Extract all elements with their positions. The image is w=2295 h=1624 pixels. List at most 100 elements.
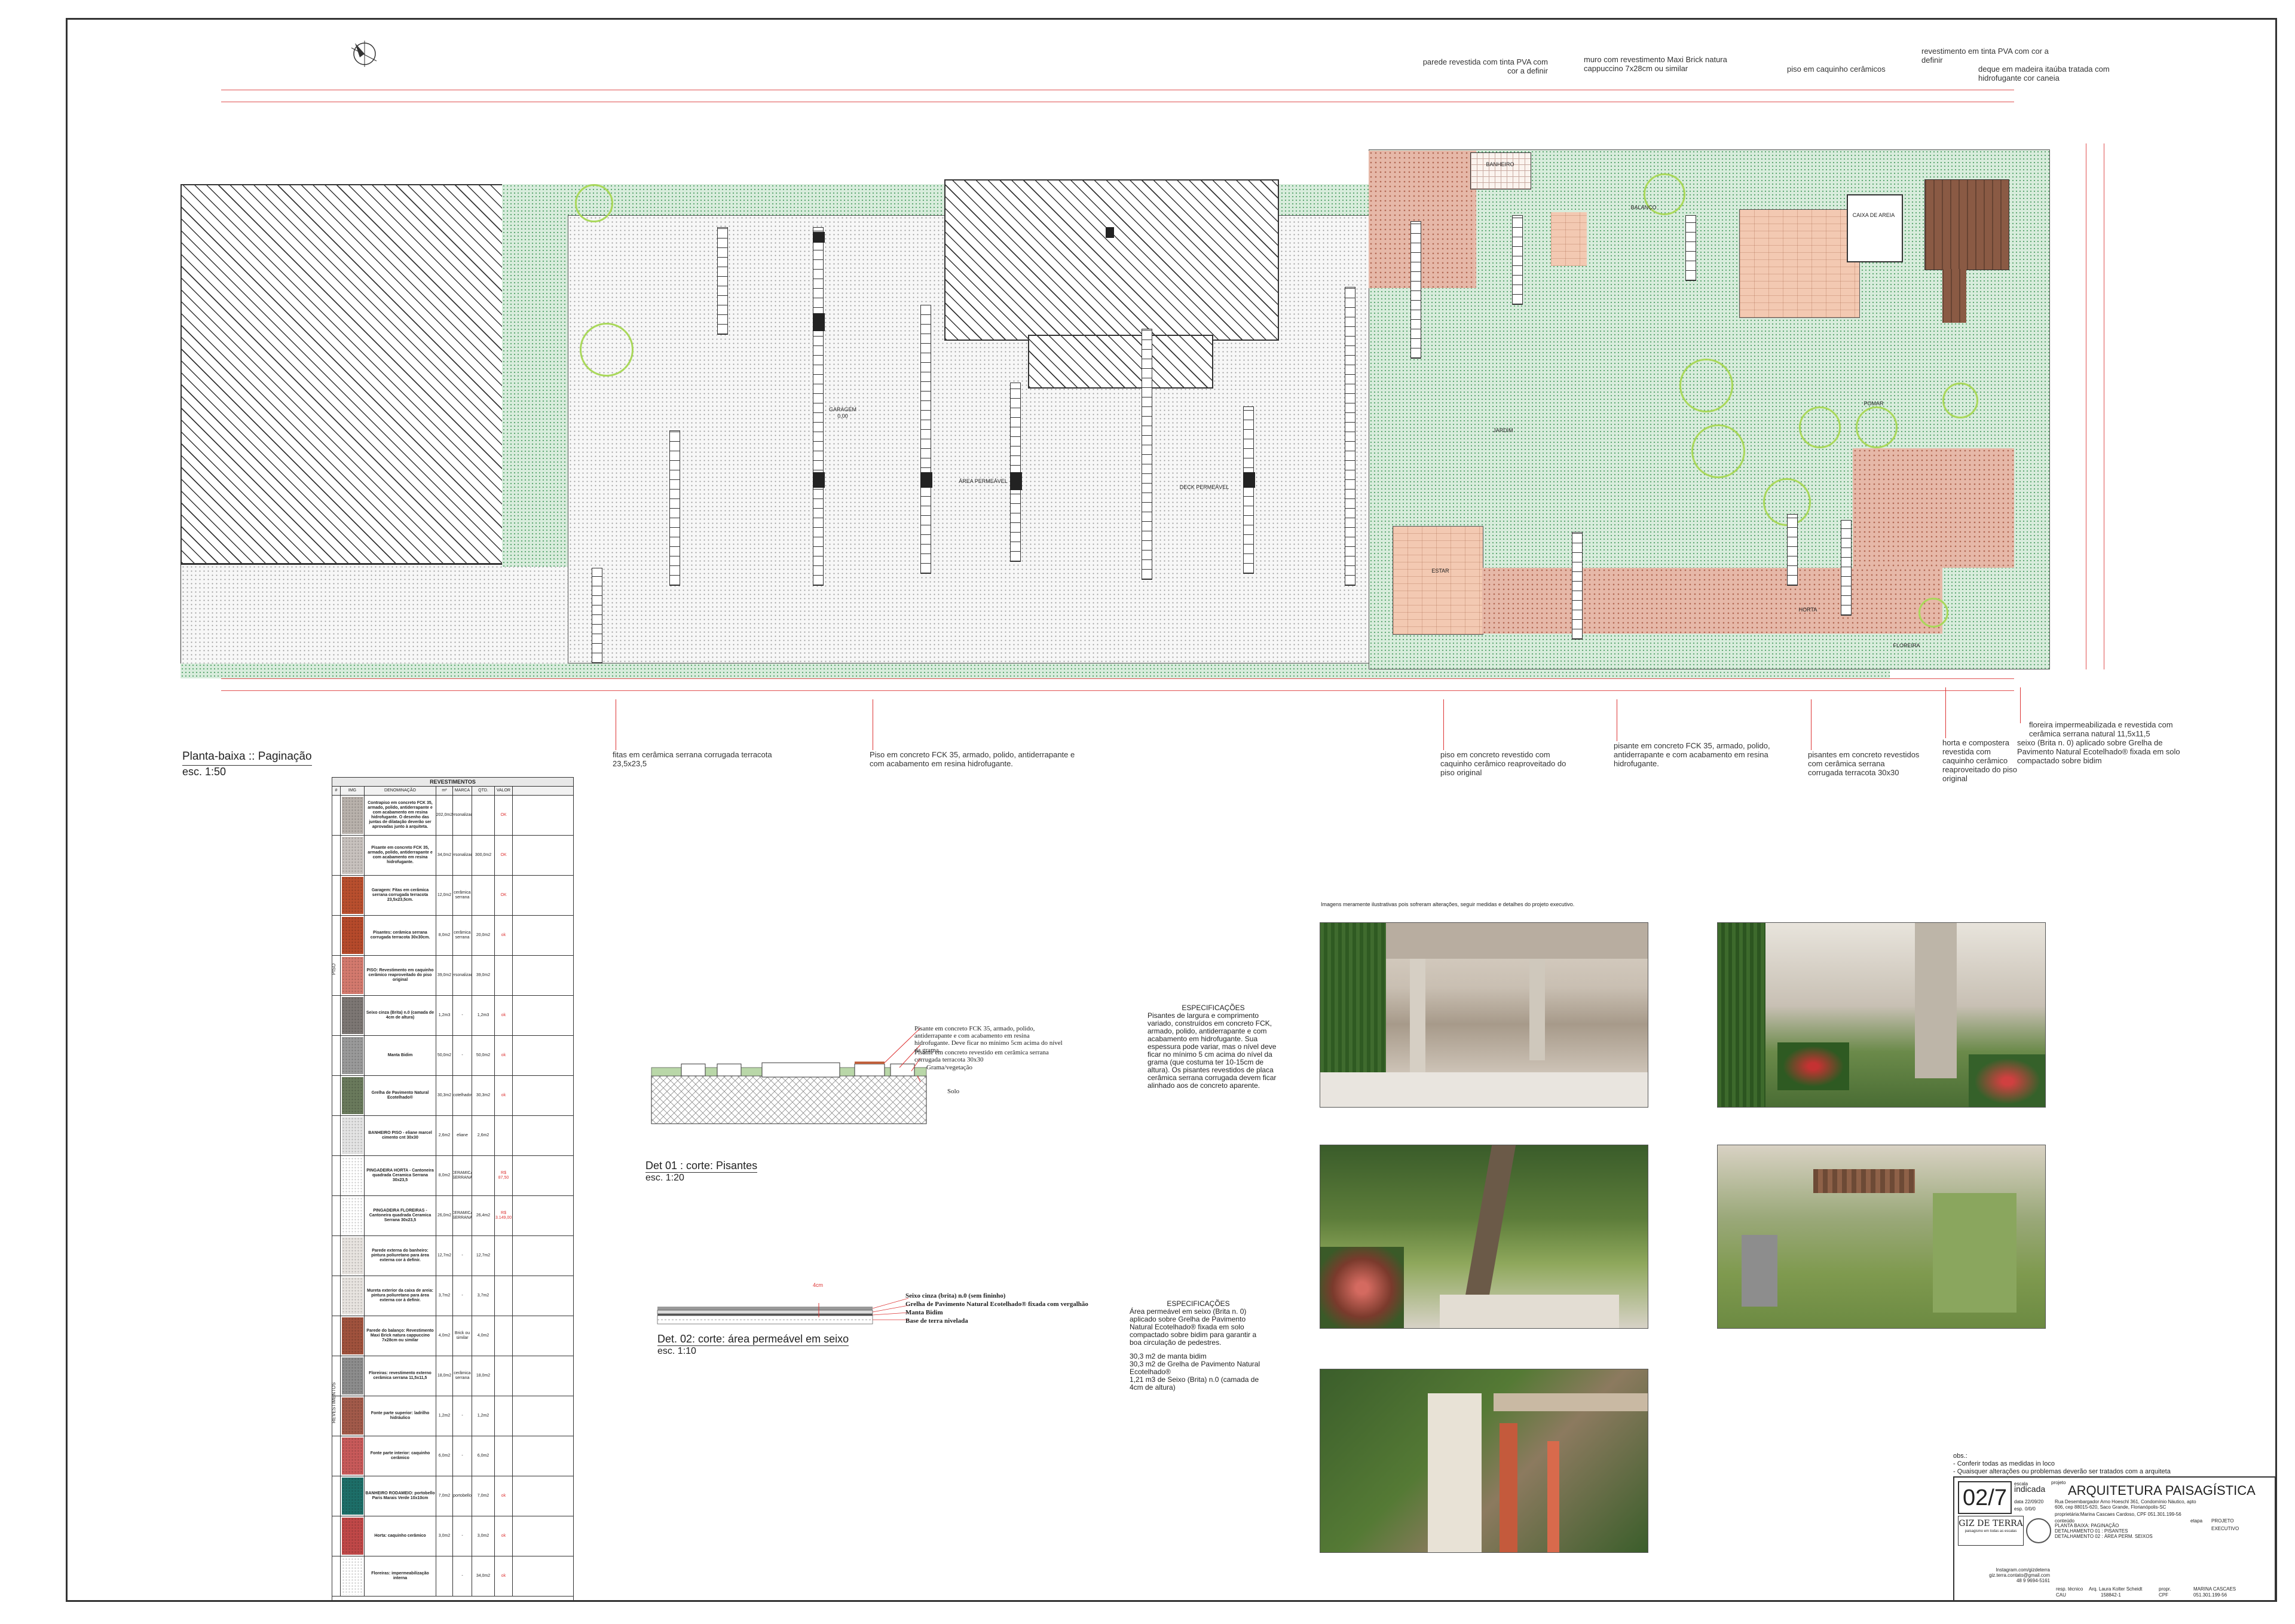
deck-wood-post	[1942, 269, 1966, 323]
material-name: Horta: caquinho cerâmico	[365, 1516, 436, 1556]
label-jardim: JARDIM	[1493, 427, 1513, 433]
paver-strip	[920, 305, 931, 574]
material-total: 1,2m2	[472, 1396, 495, 1436]
detail-01-section	[651, 1027, 927, 1124]
table-row: Pisante em concreto FCK 35, armado, poli…	[332, 836, 573, 876]
material-name: Floreiras: impermeabilização interna	[365, 1556, 436, 1596]
row-group-cell	[332, 1436, 341, 1476]
material-total: 6,0m2	[472, 1436, 495, 1476]
material-area: 1,2m3	[436, 996, 453, 1035]
det01-label-grama: Grama/vegetação	[926, 1064, 972, 1071]
material-area: 2,6m2	[436, 1116, 453, 1155]
paver-strip	[1841, 520, 1852, 616]
row-group-cell	[332, 996, 341, 1035]
material-area: 202,0m2	[436, 796, 453, 835]
material-value	[495, 1236, 513, 1276]
material-area: 3,7m2	[436, 1276, 453, 1316]
material-brand: -	[453, 996, 472, 1035]
callout-piso-caquinho: piso em caquinho cerâmicos	[1787, 65, 1886, 74]
material-total: 18,0m2	[472, 1356, 495, 1396]
material-brand: CERAMICA SERRANA	[453, 1196, 472, 1235]
bathroom-room	[1470, 152, 1531, 189]
material-brand: -	[453, 1556, 472, 1596]
material-swatch	[341, 1116, 365, 1155]
row-group-cell	[332, 876, 341, 915]
det01-title: Det 01 : corte: Pisantes esc. 1:20	[645, 1160, 758, 1183]
material-swatch-image	[341, 1438, 363, 1475]
paver-strip	[1243, 406, 1254, 574]
material-swatch-image	[341, 797, 363, 834]
material-brand: CERAMICA SERRANA	[453, 1156, 472, 1195]
projeto-label: projeto	[2051, 1480, 2066, 1485]
material-total: 300,0m2	[472, 836, 495, 875]
material-swatch-image	[341, 877, 363, 914]
material-name: Pisantes: cerâmica serrana corrugada ter…	[365, 916, 436, 955]
material-area: 26,0m2	[436, 1196, 453, 1235]
estar-area	[1393, 526, 1483, 635]
row-group-cell	[332, 1316, 341, 1356]
material-swatch	[341, 1476, 365, 1516]
material-swatch	[341, 916, 365, 955]
material-brand: -	[453, 1276, 472, 1316]
material-swatch	[341, 996, 365, 1035]
tree-symbol	[1942, 383, 1978, 418]
material-total	[472, 876, 495, 915]
project-address: Rua Desembargador Arno Hoeschl 361, Cond…	[2055, 1499, 2196, 1510]
material-value: ok	[495, 1476, 513, 1516]
row-group-cell	[332, 916, 341, 955]
material-area: 18,0m2	[436, 1356, 453, 1396]
row-group-cell	[332, 1556, 341, 1596]
material-brand: cerâmica serrana	[453, 916, 472, 955]
material-swatch-image	[341, 1317, 363, 1354]
label-deck-permeavel: DECK PERMEÁVEL	[1179, 484, 1229, 490]
row-group-cell	[332, 1156, 341, 1195]
row-group-cell	[332, 1036, 341, 1075]
material-value: R$ 87,50	[495, 1156, 513, 1195]
schedule-group-wall: REVESTIMENTOS	[331, 1382, 336, 1423]
label-horta: HORTA	[1798, 607, 1817, 613]
material-name: Fonte parte interior: caquinho cerâmico	[365, 1436, 436, 1476]
det02-title: Det. 02: corte: área permeável em seixo …	[657, 1333, 849, 1356]
table-row: Parede externa do banheiro: pintura poli…	[332, 1236, 573, 1276]
material-swatch	[341, 1396, 365, 1436]
callout-floreira: floreira impermeabilizada e revestida co…	[2029, 720, 2173, 738]
renders-note: Imagens meramente ilustrativas pois sofr…	[1321, 901, 1575, 907]
material-brand: -	[453, 1516, 472, 1556]
material-brand: personalizado	[453, 956, 472, 995]
paver-strip	[1410, 221, 1421, 359]
material-name: Parede externa do banheiro: pintura poli…	[365, 1236, 436, 1276]
det01-label-revestido: Pisante em concreto revestido em cerâmic…	[914, 1049, 1049, 1063]
callout-piso-caquinho-reaproveitado: piso em concreto revestido com caquinho …	[1440, 750, 1566, 777]
material-swatch-image	[341, 1117, 363, 1154]
material-name: Manta Bidim	[365, 1036, 436, 1075]
material-total: 1,2m3	[472, 996, 495, 1035]
material-brand: eliane	[453, 1116, 472, 1155]
material-area	[436, 1556, 453, 1596]
material-value: OK	[495, 796, 513, 835]
escala-value: indicada	[2014, 1484, 2046, 1494]
det02-label-grelha: Grelha de Pavimento Natural Ecotelhado® …	[905, 1301, 1088, 1308]
material-value: ok	[495, 916, 513, 955]
material-value: ok	[495, 1516, 513, 1556]
material-total	[472, 1156, 495, 1195]
material-value: ok	[495, 996, 513, 1035]
material-swatch	[341, 956, 365, 995]
cau-label: CAU	[2056, 1592, 2066, 1598]
material-swatch-image	[341, 1077, 363, 1114]
material-value	[495, 1396, 513, 1436]
paver-strip	[1685, 215, 1696, 281]
material-name: Grelha de Pavimento Natural Ecotelhado®	[365, 1076, 436, 1115]
render-aerial	[1717, 1145, 2046, 1329]
material-total	[472, 796, 495, 835]
tree-symbol	[1679, 359, 1733, 412]
schedule-header-cell: DENOMINAÇÃO	[365, 787, 436, 795]
callout-revestimento-pva: revestimento em tinta PVA com cor a defi…	[1921, 47, 2049, 65]
material-area: 1,2m2	[436, 1396, 453, 1436]
material-brand: Brick ou similar	[453, 1316, 472, 1356]
material-area: 50,0m2	[436, 1036, 453, 1075]
material-swatch-image	[341, 1357, 363, 1394]
brand-seal-icon	[2026, 1518, 2051, 1543]
material-value: ok	[495, 1076, 513, 1115]
material-swatch	[341, 876, 365, 915]
material-value	[495, 1276, 513, 1316]
